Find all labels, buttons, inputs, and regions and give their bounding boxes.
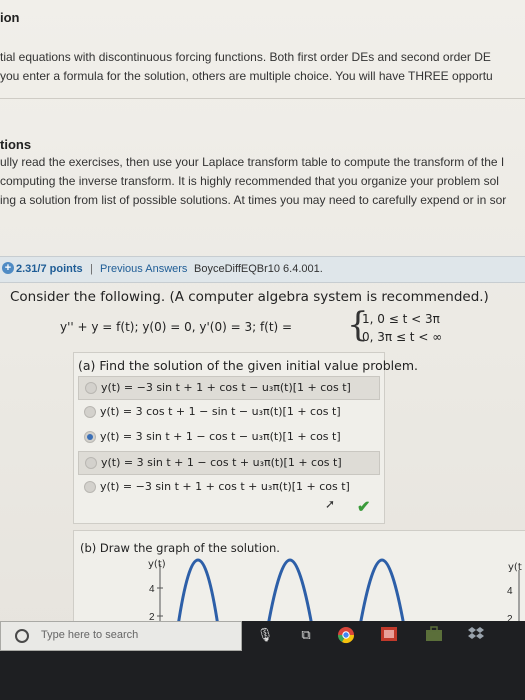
mouse-cursor-icon: ➚ <box>325 497 336 511</box>
solution-graph[interactable] <box>120 556 430 626</box>
checkmark-icon: ✔ <box>357 499 371 516</box>
question-code: BoyceDiffEQBr10 6.4.001. <box>194 263 323 275</box>
part-b-title: (b) Draw the graph of the solution. <box>80 541 280 555</box>
intro-line: tial equations with discontinuous forcin… <box>0 50 491 64</box>
separator: | <box>90 263 93 275</box>
cortana-icon[interactable] <box>15 629 29 643</box>
search-placeholder: Type here to search <box>41 629 139 641</box>
intro-line: you enter a formula for the solution, ot… <box>0 69 493 83</box>
instructions-line: computing the inverse transform. It is h… <box>0 174 499 188</box>
instructions-heading: tions <box>0 137 32 152</box>
answer-option[interactable]: y(t) = −3 sin t + 1 + cos t + u₃π(t)[1 +… <box>78 476 378 498</box>
chrome-icon[interactable] <box>335 626 357 644</box>
radio-button[interactable] <box>85 382 97 394</box>
homework-page: ion tial equations with discontinuous fo… <box>0 0 525 700</box>
page-heading: ion <box>0 10 20 25</box>
radio-button[interactable] <box>84 406 96 418</box>
option-text: y(t) = −3 sin t + 1 + cos t − u₃π(t)[1 +… <box>101 381 351 394</box>
app-icon[interactable] <box>378 626 400 644</box>
expand-icon[interactable]: + <box>2 262 14 274</box>
task-view-icon[interactable]: ⧉ <box>296 626 316 644</box>
y-tick-label: 4 <box>149 584 155 595</box>
answer-option[interactable]: y(t) = 3 cos t + 1 − sin t − u₃π(t)[1 + … <box>78 401 378 423</box>
radio-button[interactable] <box>85 457 97 469</box>
radio-button[interactable] <box>84 481 96 493</box>
divider <box>0 98 525 99</box>
dropbox-icon[interactable] <box>465 626 487 644</box>
radio-button-selected[interactable] <box>84 431 96 443</box>
piecewise-row: 0, 3π ≤ t < ∞ <box>362 330 443 344</box>
microphone-icon[interactable]: 🎙 <box>256 626 274 644</box>
points-label: 2.31/7 points <box>16 263 83 275</box>
option-text: y(t) = 3 sin t + 1 − cos t − u₃π(t)[1 + … <box>100 430 341 443</box>
question-header-bar: + 2.31/7 points | Previous Answers Boyce… <box>0 256 525 283</box>
answer-option[interactable]: y(t) = −3 sin t + 1 + cos t − u₃π(t)[1 +… <box>78 376 380 400</box>
equation: y'' + y = f(t); y(0) = 0, y'(0) = 3; f(t… <box>60 320 293 334</box>
answer-option[interactable]: y(t) = 3 sin t + 1 − cos t + u₃π(t)[1 + … <box>78 451 380 475</box>
part-a-title: (a) Find the solution of the given initi… <box>78 358 418 373</box>
answer-option[interactable]: y(t) = 3 sin t + 1 − cos t − u₃π(t)[1 + … <box>78 426 378 448</box>
store-icon[interactable] <box>423 626 445 644</box>
taskbar-search[interactable]: Type here to search <box>0 621 242 651</box>
instructions-line: ing a solution from list of possible sol… <box>0 193 507 207</box>
previous-answers-link[interactable]: Previous Answers <box>100 263 187 275</box>
option-text: y(t) = 3 sin t + 1 − cos t + u₃π(t)[1 + … <box>101 456 342 469</box>
piecewise-row: 1, 0 ≤ t < 3π <box>362 312 440 326</box>
option-text: y(t) = 3 cos t + 1 − sin t − u₃π(t)[1 + … <box>100 405 341 418</box>
question-prompt: Consider the following. (A computer alge… <box>10 289 489 305</box>
instructions-line: ully read the exercises, then use your L… <box>0 155 505 169</box>
y-tick-label: 4 <box>507 586 513 597</box>
option-text: y(t) = −3 sin t + 1 + cos t + u₃π(t)[1 +… <box>100 480 350 493</box>
